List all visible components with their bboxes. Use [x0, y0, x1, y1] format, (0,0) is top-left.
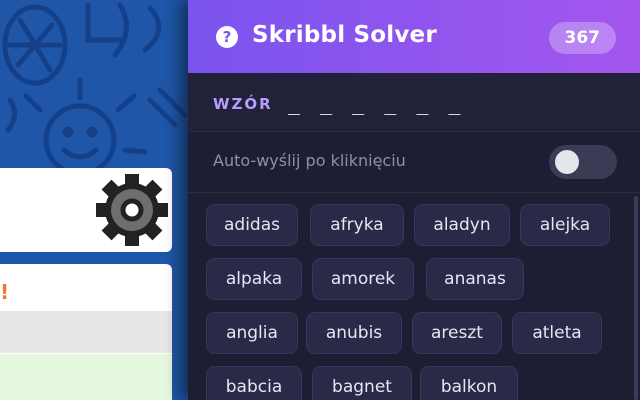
game-canvas-background: !	[0, 0, 190, 400]
word-chip[interactable]: babcia	[206, 366, 302, 400]
panel-title: Skribbl Solver	[252, 22, 437, 48]
word-chip[interactable]: anubis	[306, 312, 402, 354]
auto-send-toggle[interactable]	[549, 145, 617, 179]
panel-header: ? Skribbl Solver 367	[188, 0, 640, 73]
list-row	[0, 311, 172, 353]
word-chip[interactable]: anglia	[206, 312, 298, 354]
word-list: adidas afryka aladyn alejka alpaka amore…	[206, 204, 618, 400]
word-chip[interactable]: areszt	[412, 312, 502, 354]
word-chip[interactable]: balkon	[420, 366, 518, 400]
word-chip[interactable]: bagnet	[312, 366, 412, 400]
auto-send-label: Auto-wyślij po kliknięciu	[213, 151, 406, 170]
question-circle-icon[interactable]: ?	[216, 26, 238, 48]
word-chip[interactable]: amorek	[312, 258, 414, 300]
partial-message-text: !	[0, 280, 10, 304]
word-chip[interactable]: ananas	[426, 258, 524, 300]
solver-panel: ? Skribbl Solver 367 WZÓR _ _ _ _ _ _ Au…	[188, 0, 640, 400]
word-count-badge: 367	[548, 22, 616, 54]
word-chip[interactable]: afryka	[310, 204, 404, 246]
word-chip[interactable]: alejka	[520, 204, 610, 246]
auto-send-row: Auto-wyślij po kliknięciu	[188, 132, 640, 193]
pattern-value: _ _ _ _ _ _	[288, 91, 465, 115]
word-chip[interactable]: atleta	[512, 312, 602, 354]
word-chip[interactable]: alpaka	[206, 258, 302, 300]
list-row-highlighted	[0, 354, 172, 400]
toggle-knob	[555, 150, 579, 174]
pattern-label: WZÓR	[213, 95, 273, 113]
word-chip[interactable]: adidas	[206, 204, 298, 246]
word-chip[interactable]: aladyn	[414, 204, 510, 246]
gear-icon[interactable]	[94, 172, 170, 248]
word-list-scrollbar[interactable]	[634, 196, 638, 400]
pattern-row: WZÓR _ _ _ _ _ _	[188, 73, 640, 132]
